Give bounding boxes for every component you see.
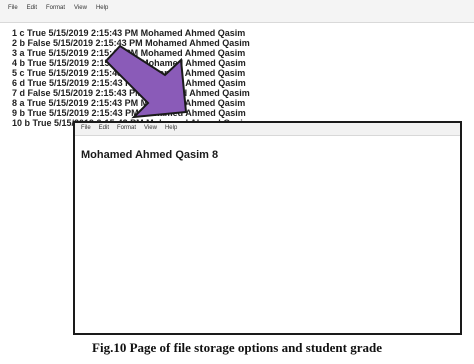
foreground-notepad-window: File Edit Format View Help Mohamed Ahmed… [73, 121, 462, 335]
student-grade-text[interactable]: Mohamed Ahmed Qasim 8 [81, 149, 218, 161]
foreground-menu-bar: File Edit Format View Help [75, 123, 460, 136]
menu-file[interactable]: File [81, 125, 91, 131]
menu-help[interactable]: Help [165, 125, 177, 131]
figure-caption: Fig.10 Page of file storage options and … [92, 340, 382, 355]
menu-format[interactable]: Format [117, 125, 136, 131]
arrow-shape [104, 44, 188, 119]
menu-edit[interactable]: Edit [99, 125, 109, 131]
menu-view[interactable]: View [144, 125, 157, 131]
